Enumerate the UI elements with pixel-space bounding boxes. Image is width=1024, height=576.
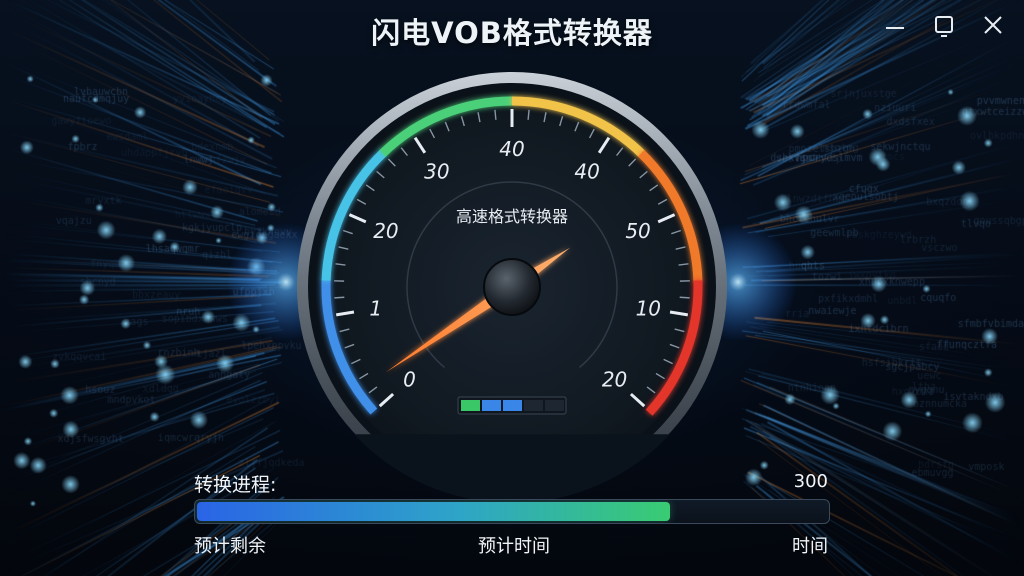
gauge-tick [527, 109, 530, 120]
gauge-hub [483, 258, 541, 316]
gauge-tick-label: 30 [424, 159, 449, 183]
gauge-tick [334, 296, 345, 299]
segment-indicator [457, 396, 567, 415]
gauge-tick [494, 109, 497, 120]
gauge-tick-label: 1 [369, 297, 382, 321]
conversion-progress: 转换进程: 300 预计剩余 预计时间 时间 [194, 470, 830, 560]
progress-value: 300 [793, 471, 828, 492]
gauge-tick-label: 20 [602, 367, 627, 391]
indicator-segment [482, 400, 501, 411]
progress-bar [194, 499, 830, 524]
indicator-segment [545, 400, 564, 411]
footer-time-label: 时间 [792, 536, 828, 557]
indicator-segment [524, 400, 543, 411]
gauge-tick-label: 40 [499, 137, 524, 161]
gauge-tick-label: 20 [373, 219, 398, 243]
gauge-tick-label: 10 [636, 297, 661, 321]
gauge-tick-label: 40 [574, 159, 599, 183]
indicator-segment [461, 400, 480, 411]
indicator-segment [503, 400, 522, 411]
gauge-tick [679, 296, 690, 299]
gauge-tick-label: 0 [403, 367, 416, 391]
footer-remaining-label: 预计剩余 [194, 536, 266, 557]
gauge-center-label: 高速格式转换器 [456, 207, 568, 226]
gauge-tick-label: 50 [625, 219, 650, 243]
progress-bar-fill [197, 502, 670, 521]
footer-estimated-label: 预计时间 [478, 536, 550, 557]
app-window: 闪电VOB格式转换器 高速格式转换器 0 1 20 30 40 40 50 10… [0, 0, 1024, 576]
progress-label: 转换进程: [194, 474, 277, 496]
